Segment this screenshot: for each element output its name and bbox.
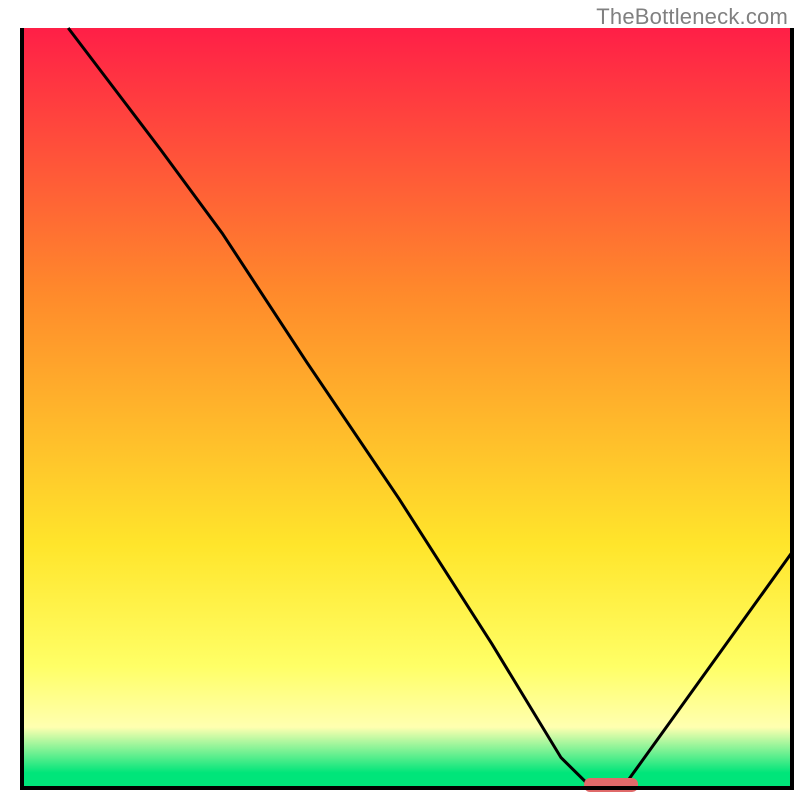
watermark-text: TheBottleneck.com — [596, 4, 788, 30]
plot-background — [22, 28, 792, 788]
bottleneck-chart — [0, 0, 800, 800]
chart-root: TheBottleneck.com — [0, 0, 800, 800]
